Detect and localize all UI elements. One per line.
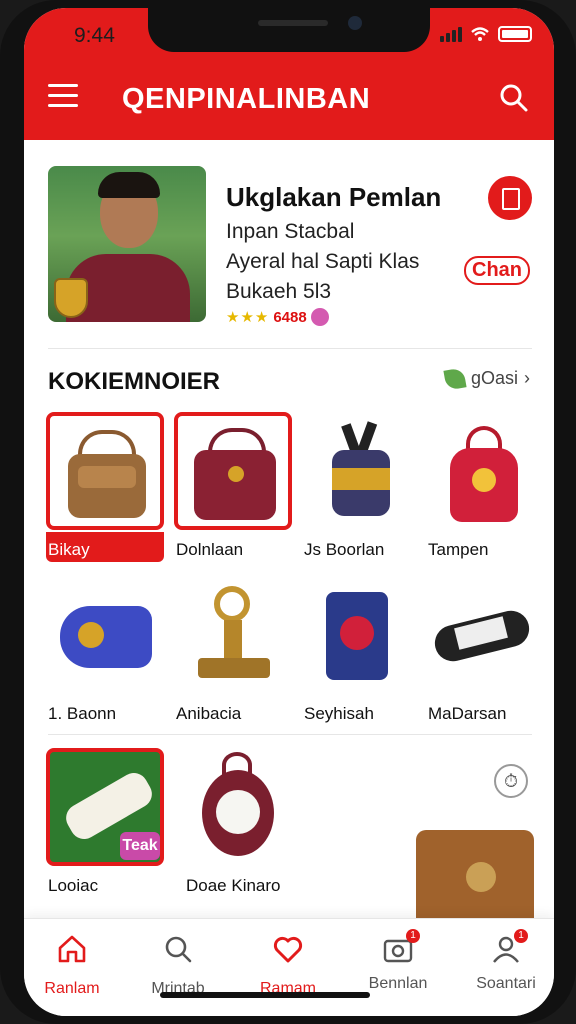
status-time: 9:44 [74, 24, 115, 47]
product-image[interactable] [416, 830, 534, 926]
product-item[interactable]: Bikay [46, 412, 164, 562]
profile-icon: 1 [490, 929, 528, 965]
product-label: Dolnlaan [176, 540, 244, 559]
nav-label: Ranlam [44, 980, 100, 997]
product-item[interactable]: Dolnlaan [174, 412, 292, 562]
menu-icon[interactable] [48, 84, 78, 108]
product-image [46, 412, 164, 530]
product-image [302, 412, 420, 530]
home-indicator [160, 992, 370, 998]
product-item[interactable]: Tampen [426, 412, 544, 562]
section-title: KOKIEMNOIER [48, 368, 221, 395]
see-more-link[interactable]: gOasi › [443, 366, 530, 391]
product-image [174, 412, 292, 530]
notification-badge: 1 [514, 929, 528, 943]
profile-tag[interactable]: Chan [464, 256, 530, 285]
heart-icon [273, 936, 303, 963]
camera-icon: 1 [382, 929, 420, 965]
profile-name: Ukglakan Pemlan [226, 182, 442, 212]
rating-row: ★★★ 6488 [226, 308, 329, 326]
product-image [46, 576, 164, 694]
nav-profile[interactable]: 1 Soantari [456, 929, 554, 993]
product-item[interactable]: Teak Looiac [46, 748, 164, 898]
product-item[interactable]: Seyhisah [302, 576, 420, 726]
see-more-label: gOasi [470, 368, 518, 388]
product-item[interactable]: Anibacia [174, 576, 292, 726]
promo-badge: Teak [120, 832, 160, 860]
product-item[interactable]: Js Boorlan [302, 412, 420, 562]
home-icon [58, 935, 86, 963]
divider [48, 348, 532, 349]
device-notch [148, 8, 430, 52]
product-label: MaDarsan [428, 704, 507, 723]
bottom-nav: Ranlam Mrintab Ramam 1 Bennlan 1 Soantar… [24, 918, 554, 1016]
nav-favorites[interactable]: Ramam [238, 933, 338, 998]
product-item[interactable]: 1. Baonn [46, 576, 164, 726]
app-bar: QENPINALINBAN [24, 70, 554, 126]
nav-search[interactable]: Mrintab [128, 933, 228, 998]
product-label: Tampen [428, 540, 489, 559]
signal-icon [440, 26, 462, 42]
product-label: Bikay [48, 540, 90, 559]
product-item[interactable]: Doae Kinaro [184, 748, 302, 898]
product-image [426, 576, 544, 694]
search-icon[interactable] [498, 82, 530, 114]
battery-icon [498, 26, 532, 42]
wifi-icon [471, 27, 489, 41]
profile-line: Inpan Stacbal [226, 220, 355, 243]
product-label: Js Boorlan [304, 540, 385, 559]
product-image [184, 748, 302, 866]
star-rating-icon: ★★★ [226, 309, 270, 326]
divider [48, 734, 532, 735]
profile-line: Bukaeh 5l3 [226, 280, 332, 303]
front-camera [348, 16, 362, 30]
leaf-icon [443, 366, 467, 391]
nav-label: Soantari [476, 975, 536, 992]
product-image: Teak [46, 748, 164, 866]
speaker [258, 20, 328, 26]
app-screen: 9:44 QENPINALINBAN Ukglakan Pemlan Inpan… [24, 8, 554, 1016]
product-image [426, 412, 544, 530]
search-icon [165, 936, 192, 963]
chevron-right-icon: › [524, 368, 530, 388]
club-crest-icon [54, 278, 88, 318]
profile-card[interactable]: Ukglakan Pemlan Inpan Stacbal Ayeral hal… [48, 166, 532, 328]
nav-camera[interactable]: 1 Bennlan [348, 929, 448, 993]
product-image [174, 576, 292, 694]
nav-home[interactable]: Ranlam [24, 933, 122, 998]
product-image [302, 576, 420, 694]
timer-icon[interactable]: ⏱ [494, 764, 528, 798]
notification-badge: 1 [406, 929, 420, 943]
avatar [48, 166, 206, 322]
product-label: Anibacia [176, 704, 242, 723]
product-label: Seyhisah [304, 704, 374, 723]
status-icons [440, 26, 532, 42]
store-icon[interactable] [488, 176, 532, 220]
nav-label: Bennlan [368, 975, 428, 992]
product-label: 1. Baonn [48, 704, 117, 723]
badge-dot-icon [310, 308, 329, 326]
product-item[interactable]: MaDarsan [426, 576, 544, 726]
product-label: Doae Kinaro [186, 876, 281, 895]
app-title: QENPINALINBAN [122, 83, 371, 115]
profile-line: Ayeral hal Sapti Klas [226, 250, 420, 273]
product-label: Looiac [48, 876, 99, 895]
rating-count: 6488 [273, 308, 307, 326]
